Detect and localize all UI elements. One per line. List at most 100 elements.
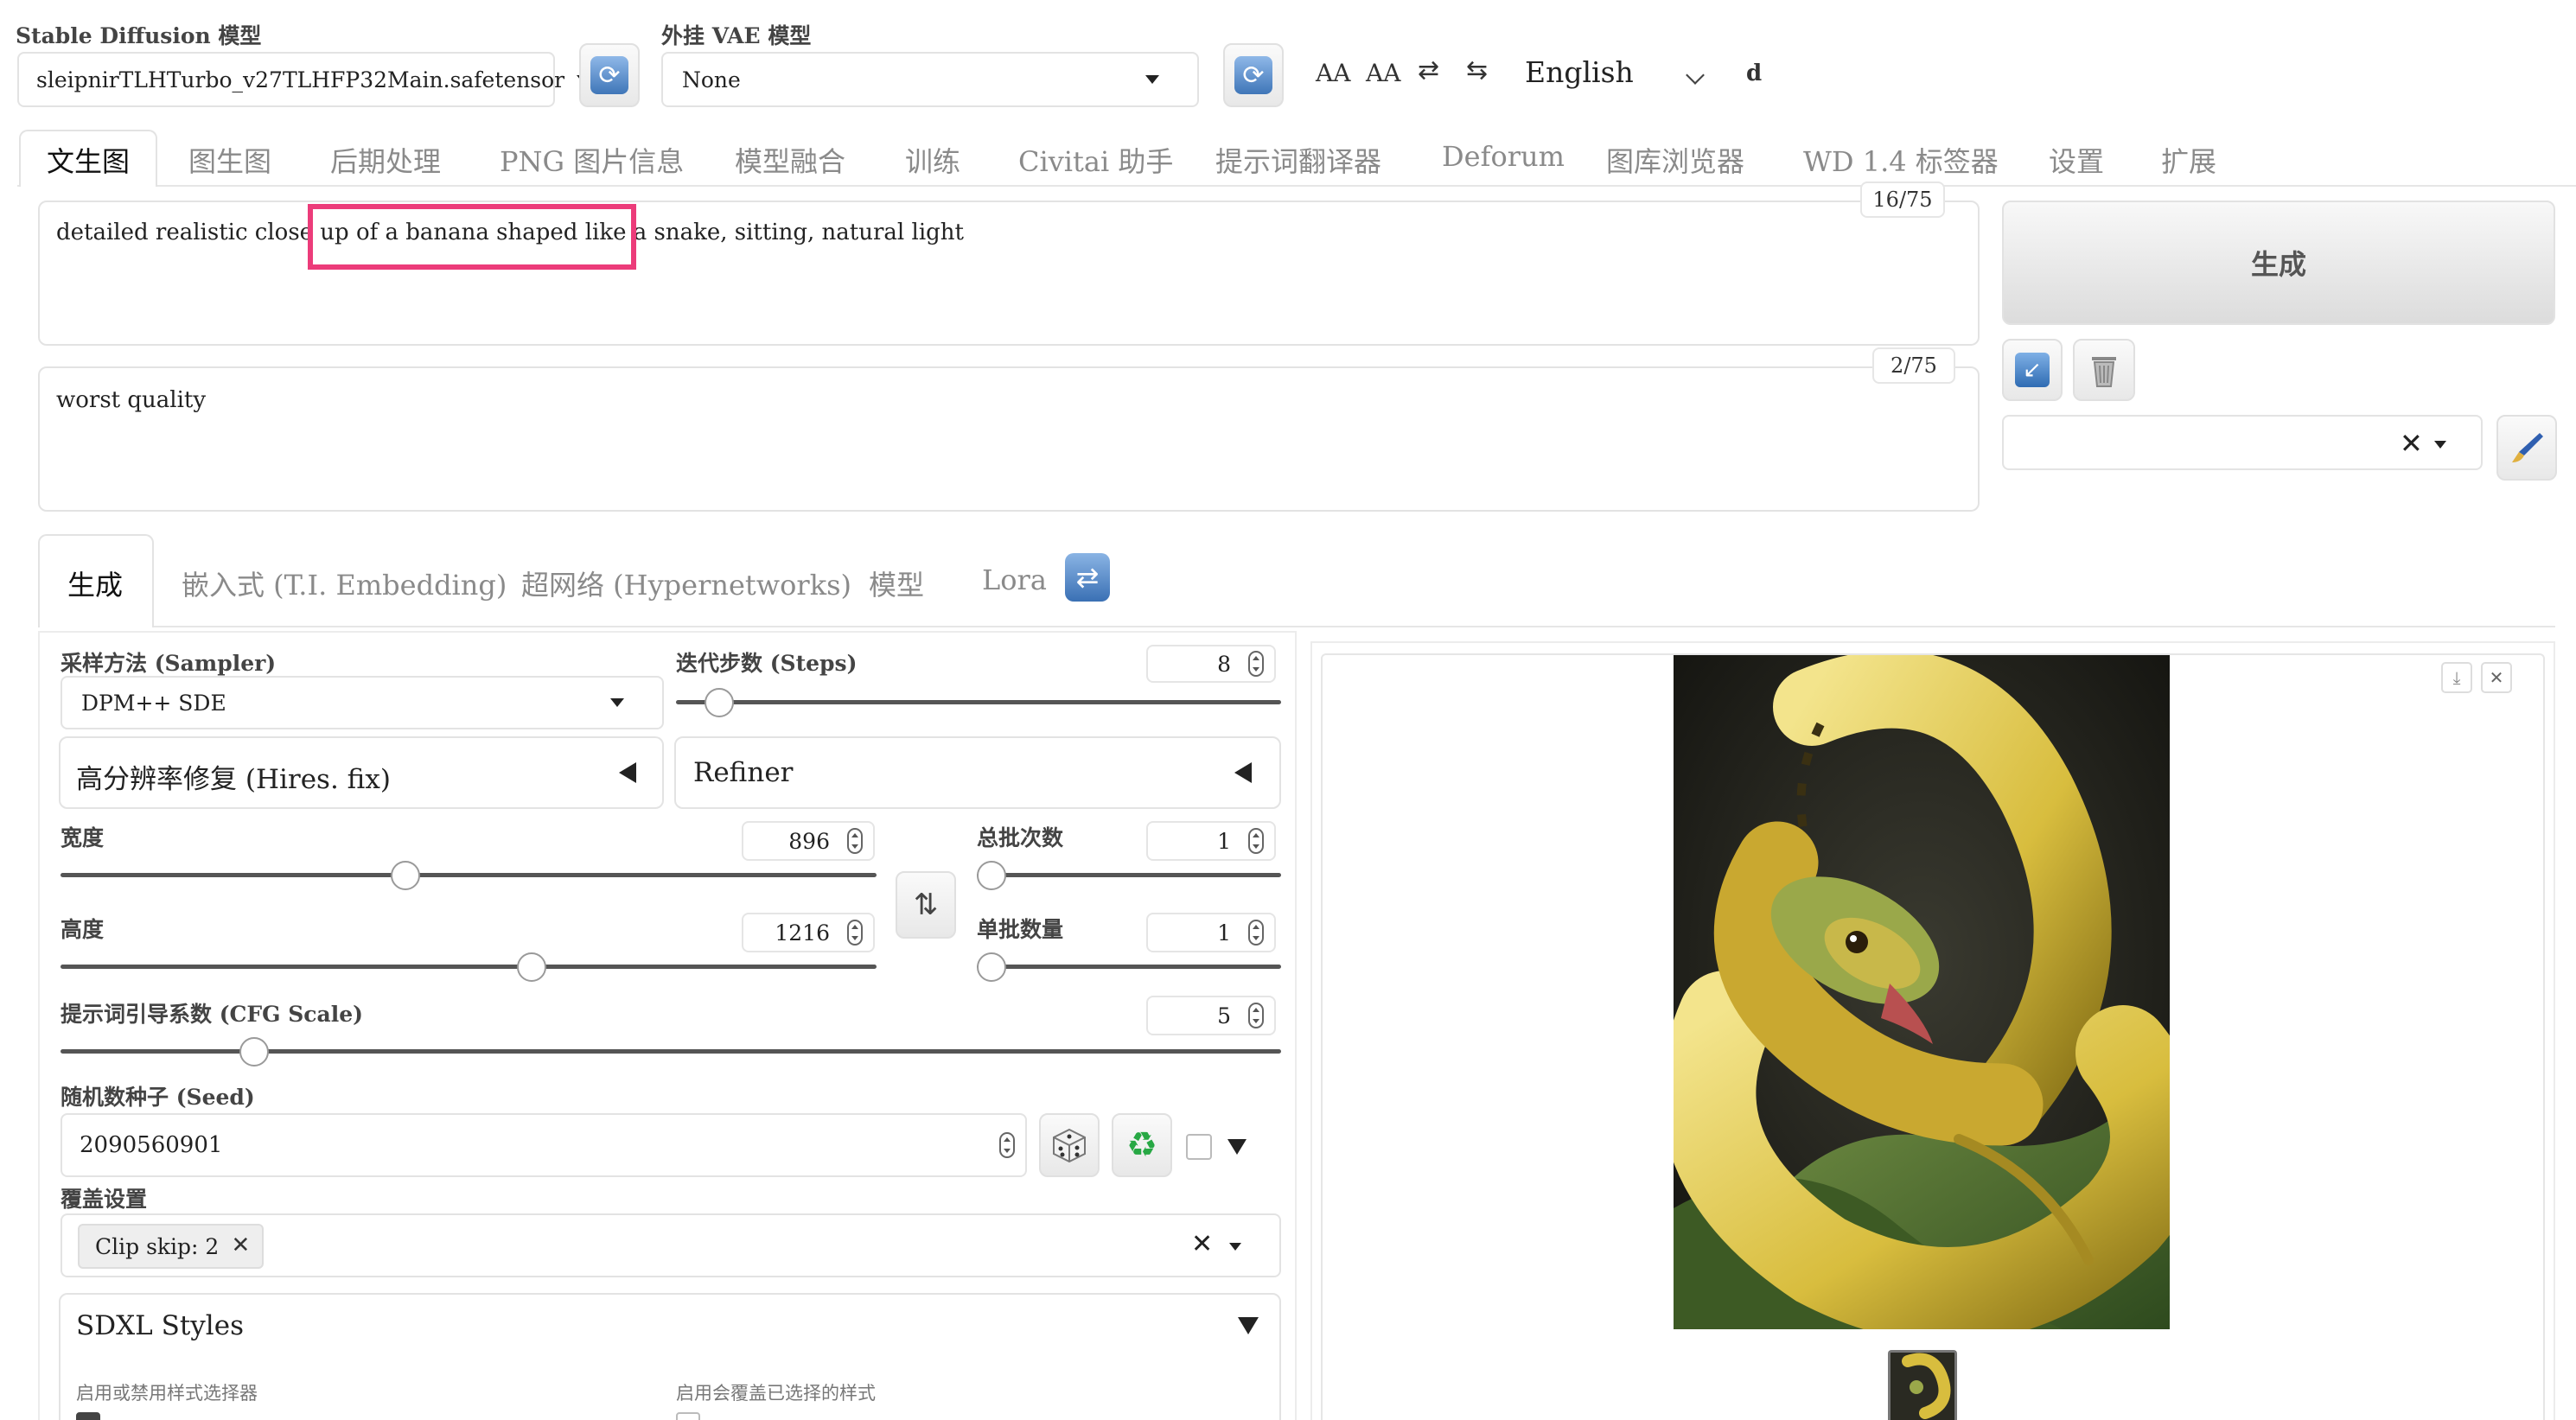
tab-extensions[interactable]: 扩展 [2161,140,2216,180]
swap-icon[interactable]: ⇄ [1418,55,1439,86]
tab-settings[interactable]: 设置 [2049,140,2104,180]
tab-model-merge[interactable]: 模型融合 [735,140,845,180]
language-select-value[interactable]: English [1525,55,1634,89]
tab-wd14-tagger[interactable]: WD 1.4 标签器 [1803,140,1999,180]
chevron-down-icon[interactable] [1686,66,1705,85]
random-seed-button[interactable] [1039,1113,1100,1177]
sd-model-select[interactable]: sleipnirTLHTurbo_v27TLHFP32Main.safetens… [17,52,591,107]
expand-down-icon [1238,1317,1259,1334]
slider-thumb[interactable] [977,861,1006,890]
clear-prompt-button[interactable] [2073,339,2135,401]
vae-select[interactable]: None [661,52,1199,107]
close-icon[interactable]: ✕ [2481,662,2512,693]
read-params-button[interactable]: ↙ [2002,339,2063,401]
slider-track [676,700,1281,704]
reuse-seed-button[interactable]: ♻ [1112,1113,1172,1177]
tab-deforum[interactable]: Deforum [1442,140,1565,173]
slider-thumb[interactable] [977,952,1006,982]
batch-count-input[interactable]: 1 [1146,821,1276,861]
stepper-icon[interactable] [1248,651,1264,677]
subtab-hypernetworks[interactable]: 超网络 (Hypernetworks) [521,564,851,603]
override-chip: Clip skip: 2 ✕ [78,1224,265,1269]
batch-count-label: 总批次数 [977,825,1064,850]
seed-input[interactable]: 2090560901 [61,1113,1027,1177]
tab-prompt-translator[interactable]: 提示词翻译器 [1215,140,1381,180]
steps-slider[interactable] [676,688,1281,717]
font-increase-button[interactable]: AA [1316,59,1350,87]
sdxl-styles-accordion[interactable]: SDXL Styles 启用或禁用样式选择器 启用会覆盖已选择的样式 [59,1293,1281,1420]
generated-image[interactable] [1674,655,2170,1329]
styles-select[interactable]: ✕ [2002,415,2483,470]
cfg-scale-slider[interactable] [61,1037,1281,1067]
extra-seed-checkbox[interactable] [1186,1134,1212,1160]
seed-value: 2090560901 [80,1132,223,1158]
swap-dimensions-button[interactable]: ⇅ [896,871,956,939]
slider-thumb[interactable] [517,952,546,982]
steps-label: 迭代步数 (Steps) [676,651,858,676]
clear-icon[interactable]: ✕ [2400,427,2423,460]
override-settings-label: 覆盖设置 [61,1187,148,1212]
height-slider[interactable] [61,952,877,982]
width-label: 宽度 [61,825,105,850]
slider-thumb[interactable] [705,688,734,717]
generate-button[interactable]: 生成 [2002,201,2555,325]
width-input[interactable]: 896 [742,821,875,861]
remove-chip-icon[interactable]: ✕ [232,1232,251,1258]
batch-size-input[interactable]: 1 [1146,913,1276,952]
slider-thumb[interactable] [391,861,420,890]
tabs-divider [17,185,2576,187]
hires-fix-label: 高分辨率修复 (Hires. fix) [76,764,391,795]
height-input[interactable]: 1216 [742,913,875,952]
negative-prompt-input[interactable]: worst quality [38,366,1980,512]
override-settings-select[interactable]: Clip skip: 2 ✕ ✕ [61,1213,1281,1277]
collapse-left-icon [619,762,636,783]
style-enable-checkbox[interactable] [76,1412,100,1420]
edit-styles-button[interactable] [2496,415,2557,481]
refiner-accordion[interactable]: Refiner [674,736,1281,809]
dropdown-arrow-icon [2434,441,2446,449]
tab-png-info[interactable]: PNG 图片信息 [500,140,684,180]
swap-direction-icon[interactable]: ⇆ [1466,55,1488,86]
tab-civitai-helper[interactable]: Civitai 助手 [1018,140,1173,180]
sd-model-value: sleipnirTLHTurbo_v27TLHFP32Main.safetens… [36,67,565,92]
refresh-vae-button[interactable]: ⟳ [1223,43,1284,107]
refresh-sd-model-button[interactable]: ⟳ [579,43,640,107]
steps-input[interactable]: 8 [1146,645,1276,683]
stepper-icon[interactable] [1248,828,1264,854]
stepper-icon[interactable] [1248,1003,1264,1028]
stepper-icon[interactable] [999,1132,1015,1158]
negative-prompt-text: worst quality [56,387,207,413]
width-slider[interactable] [61,861,877,890]
gallery-thumbnail[interactable] [1888,1350,1957,1420]
seed-label: 随机数种子 (Seed) [61,1085,255,1110]
vae-label: 外挂 VAE 模型 [661,23,812,48]
batch-size-label: 单批数量 [977,917,1064,942]
trash-icon [2092,357,2116,387]
stepper-icon[interactable] [847,920,863,946]
swap-vertical-icon: ⇅ [913,888,939,922]
subtab-lora[interactable]: Lora [982,564,1047,596]
subtab-embedding[interactable]: 嵌入式 (T.I. Embedding) [182,564,507,603]
tab-extras[interactable]: 后期处理 [330,140,441,180]
tab-train[interactable]: 训练 [905,140,960,180]
batch-count-slider[interactable] [977,861,1281,890]
cfg-scale-input[interactable]: 5 [1146,996,1276,1035]
stepper-icon[interactable] [1248,920,1264,946]
stepper-icon[interactable] [847,828,863,854]
download-icon[interactable]: ⤓ [2441,662,2472,693]
style-override-checkbox[interactable] [676,1412,700,1420]
subtab-generate[interactable]: 生成 [67,564,123,603]
slider-thumb[interactable] [239,1037,269,1067]
subtab-models[interactable]: 模型 [869,564,924,603]
font-decrease-button[interactable]: AA [1366,59,1400,87]
sampler-select[interactable]: DPM++ SDE [61,676,664,729]
tab-txt2img[interactable]: 文生图 [47,140,130,180]
clear-icon[interactable]: ✕ [1191,1229,1213,1259]
refresh-networks-icon[interactable]: ⇄ [1065,553,1110,602]
tab-img2img[interactable]: 图生图 [188,140,271,180]
recycle-icon: ♻ [1126,1125,1157,1165]
batch-size-slider[interactable] [977,952,1281,982]
hires-fix-accordion[interactable]: 高分辨率修复 (Hires. fix) [59,736,664,809]
expand-down-icon[interactable] [1227,1139,1247,1155]
tab-image-browser[interactable]: 图库浏览器 [1606,140,1744,180]
